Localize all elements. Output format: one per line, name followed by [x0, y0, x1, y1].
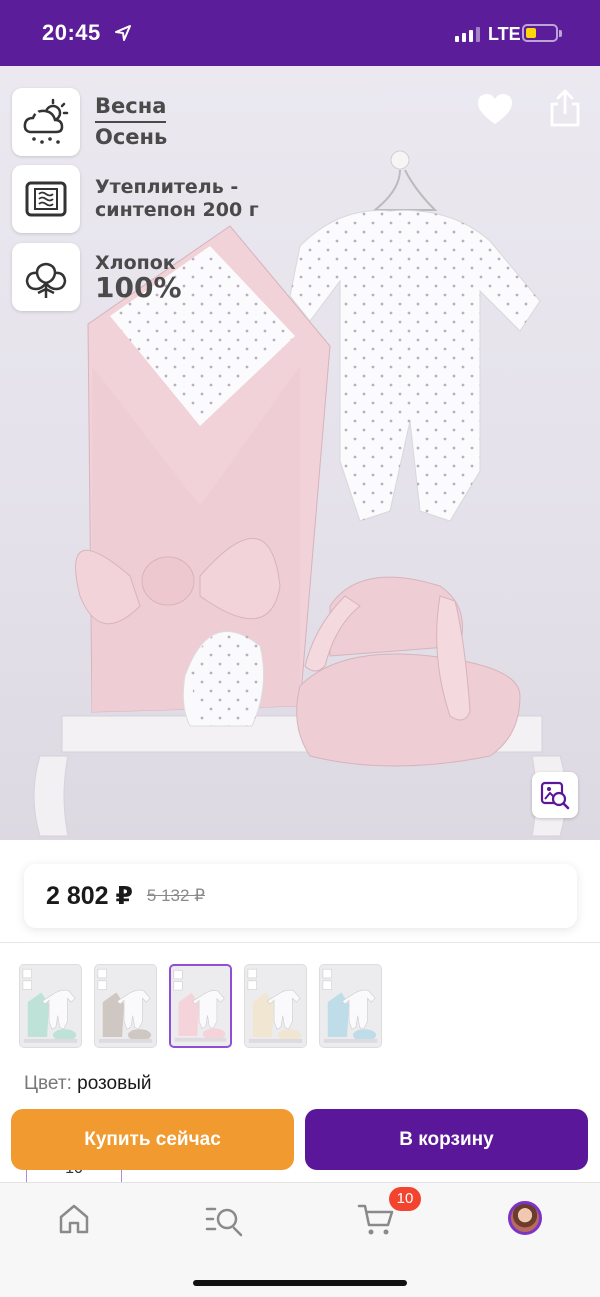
network-type: LTE: [488, 24, 521, 44]
tab-bar: 10: [0, 1182, 600, 1297]
image-search-button[interactable]: [532, 772, 578, 818]
status-bar: 20:45 LTE: [0, 0, 600, 66]
current-price: 2 802 ₽: [46, 882, 133, 910]
feature-padding-line2: синтепон 200 г: [95, 199, 259, 221]
feature-padding-line1: Утеплитель -: [95, 176, 239, 199]
color-thumbnail[interactable]: [244, 964, 307, 1048]
color-thumbnails: [19, 964, 382, 1048]
price-card: 2 802 ₽ 5 132 ₽: [24, 864, 577, 928]
status-time: 20:45: [42, 20, 101, 45]
home-indicator: [193, 1280, 407, 1286]
image-search-icon: [540, 781, 570, 810]
location-arrow-icon: [115, 25, 131, 41]
catalog-search-icon: [205, 1207, 243, 1237]
signal-icon: [455, 26, 480, 42]
padding-layers-icon: [12, 165, 80, 233]
color-label: Цвет:: [24, 1073, 72, 1094]
buy-now-button[interactable]: Купить сейчас: [11, 1109, 294, 1170]
heart-icon[interactable]: [476, 92, 514, 126]
tab-home[interactable]: [52, 1197, 96, 1241]
back-arrow-icon[interactable]: [24, 94, 52, 122]
divider: [0, 942, 600, 943]
profile-avatar[interactable]: [508, 1201, 542, 1235]
color-thumbnail[interactable]: [94, 964, 157, 1048]
feature-season-line1: Весна: [95, 94, 167, 123]
feature-cotton: Хлопок 100%: [12, 243, 182, 311]
share-icon[interactable]: [548, 88, 582, 128]
color-thumbnail[interactable]: [169, 964, 232, 1048]
feature-padding: Утеплитель - синтепон 200 г: [12, 165, 259, 233]
cart-icon: [357, 1204, 394, 1235]
color-thumbnail[interactable]: [319, 964, 382, 1048]
color-thumbnail[interactable]: [19, 964, 82, 1048]
feature-season-line2: Осень: [95, 125, 168, 149]
add-to-cart-button[interactable]: В корзину: [305, 1109, 588, 1170]
color-selection: Цвет: розовый: [24, 1073, 152, 1095]
product-image[interactable]: Весна Осень Утеплитель - синтепон 200 г: [0, 66, 600, 840]
cart-badge: 10: [389, 1187, 421, 1211]
tab-catalog[interactable]: [202, 1197, 246, 1241]
old-price: 5 132 ₽: [146, 886, 205, 905]
color-value: розовый: [77, 1073, 152, 1094]
battery-icon: [522, 24, 562, 42]
cotton-flower-icon: [12, 243, 80, 311]
home-icon: [59, 1204, 89, 1234]
feature-cotton-line2: 100%: [95, 271, 182, 305]
